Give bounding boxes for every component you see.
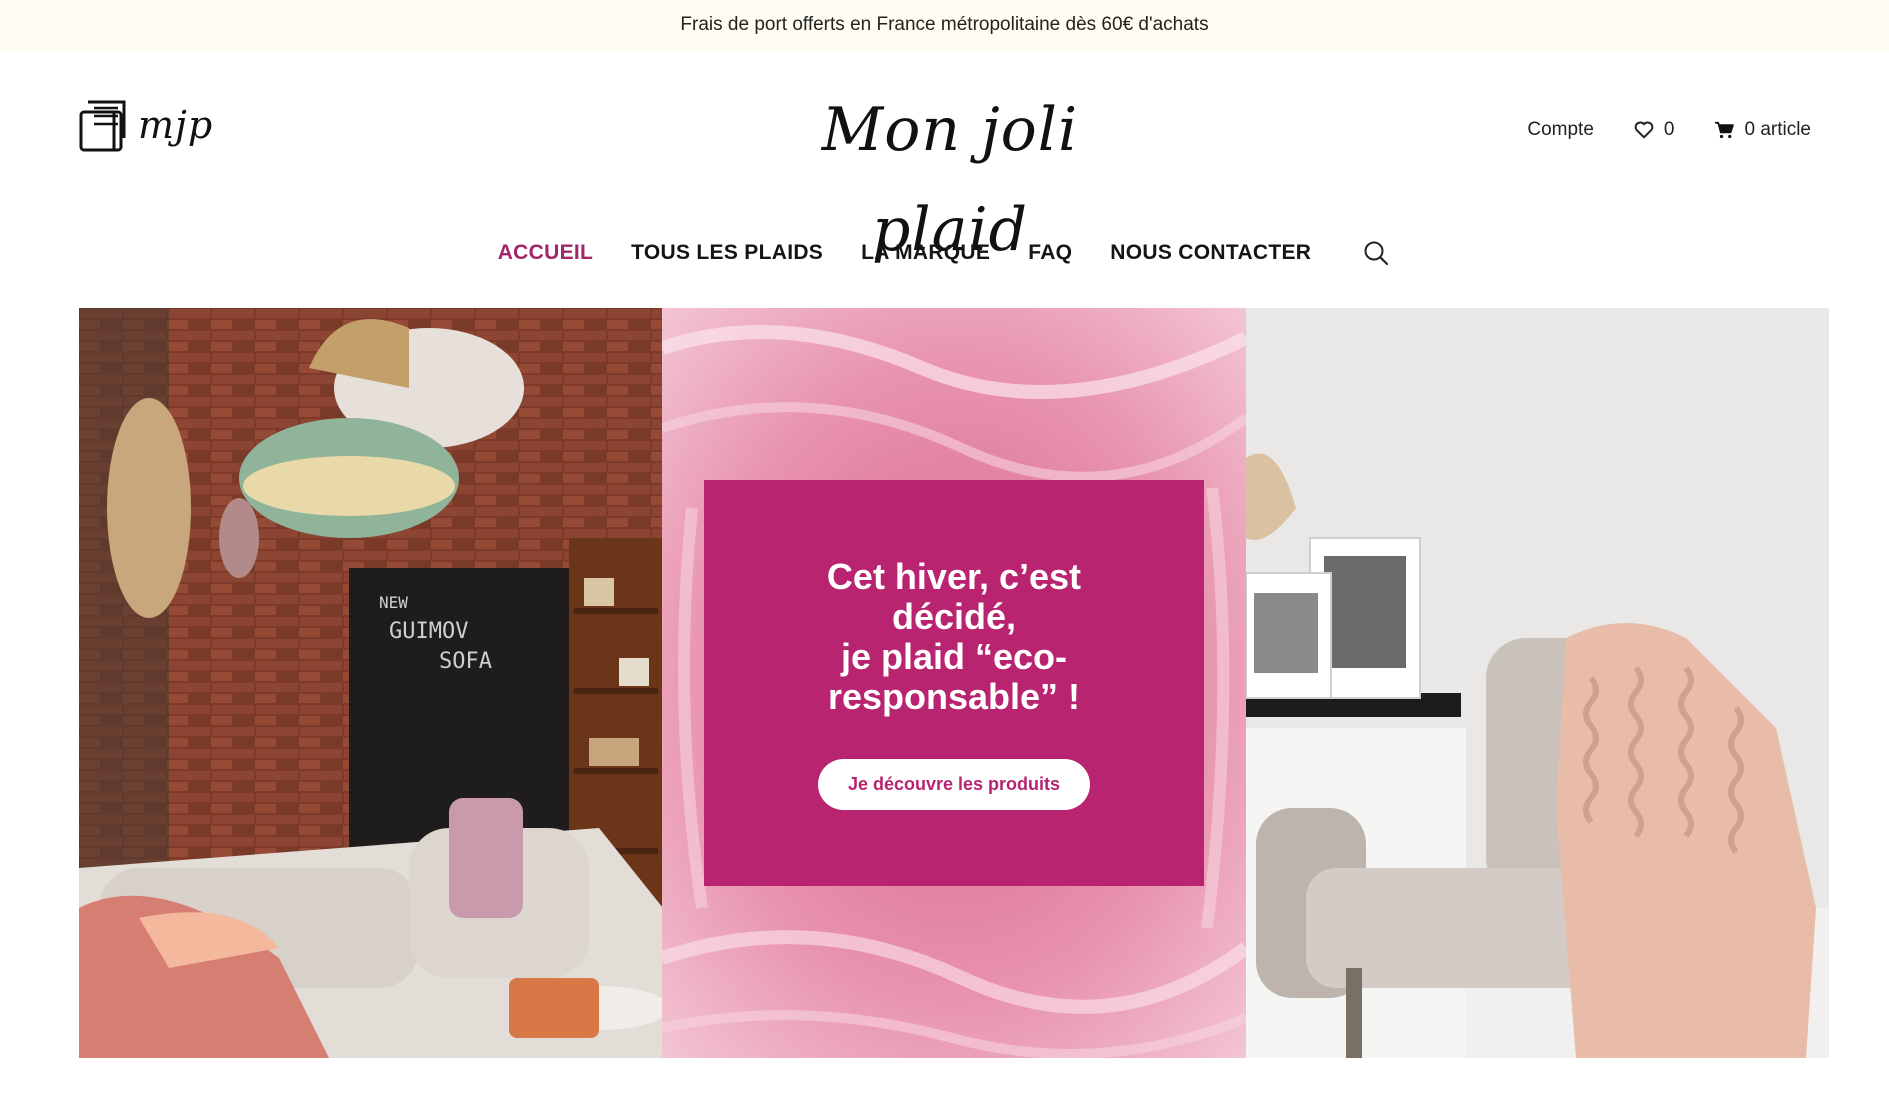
main-nav: ACCUEIL TOUS LES PLAIDS LA MARQUE FAQ NO… [0,225,1889,281]
hero-image-living-room: NEW GUIMOV SOFA [79,308,663,1058]
nav-item-nous-contacter[interactable]: NOUS CONTACTER [1110,241,1311,265]
announcement-bar: Frais de port offerts en France métropol… [0,0,1889,50]
discover-products-button[interactable]: Je découvre les produits [817,758,1091,810]
account-link[interactable]: Compte [1527,119,1594,141]
hero-title: Cet hiver, c’est décidé, je plaid “eco-r… [814,555,1094,717]
wishlist-link[interactable]: 0 [1634,119,1675,141]
svg-text:GUIMOV: GUIMOV [389,619,468,644]
svg-text:NEW: NEW [379,593,408,612]
hero-title-line1: Cet hiver, c’est décidé, [826,555,1082,637]
brand-logo[interactable]: Mon joli plaid [760,80,1140,265]
account-label: Compte [1527,119,1594,140]
hero-promo-box: Cet hiver, c’est décidé, je plaid “eco-r… [704,480,1204,886]
cart-label: 0 article [1744,119,1811,140]
nav-item-tous-les-plaids[interactable]: TOUS LES PLAIDS [631,241,823,265]
cart-link[interactable]: 0 article [1714,119,1811,141]
hero-image-armchair [1245,308,1829,1058]
account-area: Compte 0 0 article [1527,110,1811,150]
book-logo-icon [79,100,126,152]
nav-item-accueil[interactable]: ACCUEIL [498,241,593,265]
site-header: mjp Mon joli plaid Compte 0 0 article [0,50,1889,265]
heart-icon [1634,121,1654,139]
cart-icon [1715,121,1735,139]
search-icon [1364,241,1389,266]
nav-item-la-marque[interactable]: LA MARQUE [861,241,990,265]
small-logo-text: mjp [138,103,214,147]
nav-item-faq[interactable]: FAQ [1028,241,1072,265]
small-logo[interactable]: mjp [78,95,218,155]
search-button[interactable] [1361,238,1391,268]
hero-title-line2: je plaid “eco-responsable” ! [827,635,1081,717]
svg-text:SOFA: SOFA [439,649,492,674]
wishlist-count: 0 [1663,119,1675,140]
announcement-text: Frais de port offerts en France métropol… [680,14,1209,35]
